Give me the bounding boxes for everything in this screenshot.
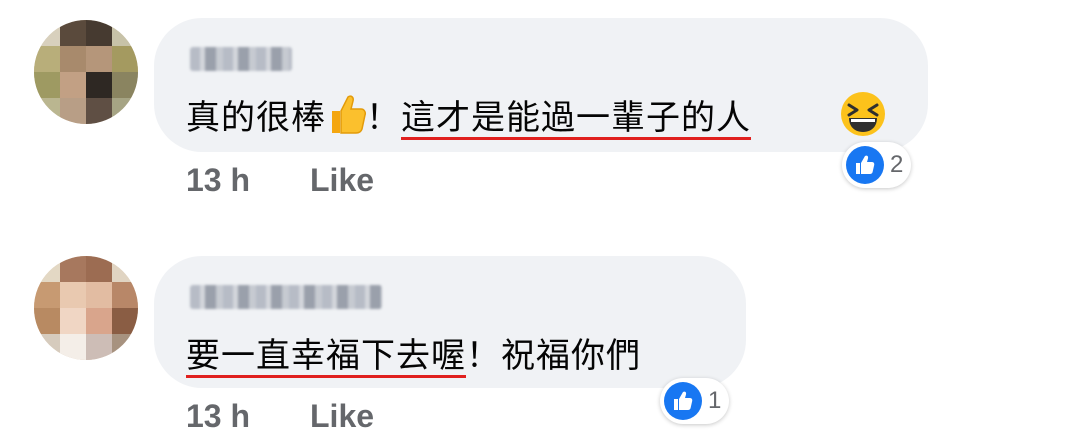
- author-name-redacted[interactable]: [190, 44, 292, 74]
- thumbs-up-emoji: [326, 93, 366, 144]
- comment-text-plain: 真的很棒: [186, 98, 326, 138]
- like-thumb-icon: [664, 382, 702, 420]
- comment-text-highlight: 要一直幸福下去喔: [186, 336, 466, 376]
- comment-text-highlight: 這才是能過一輩子的人: [401, 98, 751, 138]
- comment-text: 要一直幸福下去喔！祝福你們: [186, 328, 641, 377]
- avatar[interactable]: [34, 256, 138, 360]
- grinning-squinting-face-emoji: [840, 91, 886, 137]
- reaction-count: 1: [708, 387, 722, 414]
- comment-timestamp[interactable]: 13 h: [186, 398, 250, 434]
- comment-text-plain: ！祝福你們: [466, 336, 641, 376]
- avatar[interactable]: [34, 20, 138, 124]
- like-button[interactable]: Like: [310, 162, 374, 199]
- comment-meta: 13 h Like: [186, 162, 374, 199]
- comment-bubble: 真的很棒 ！這才是能過一輩子的人: [154, 18, 928, 152]
- reaction-summary[interactable]: 1: [660, 378, 730, 424]
- reaction-count: 2: [890, 151, 904, 178]
- reaction-summary[interactable]: 2: [842, 142, 912, 188]
- comment-text: 真的很棒 ！這才是能過一輩子的人: [186, 90, 751, 144]
- comment-timestamp[interactable]: 13 h: [186, 162, 250, 198]
- comment-punct: ！: [366, 98, 401, 138]
- like-thumb-icon: [846, 146, 884, 184]
- comment-bubble: 要一直幸福下去喔！祝福你們: [154, 256, 746, 388]
- comment-meta: 13 h Like: [186, 398, 374, 435]
- author-name-redacted[interactable]: [190, 282, 382, 312]
- like-button[interactable]: Like: [310, 398, 374, 435]
